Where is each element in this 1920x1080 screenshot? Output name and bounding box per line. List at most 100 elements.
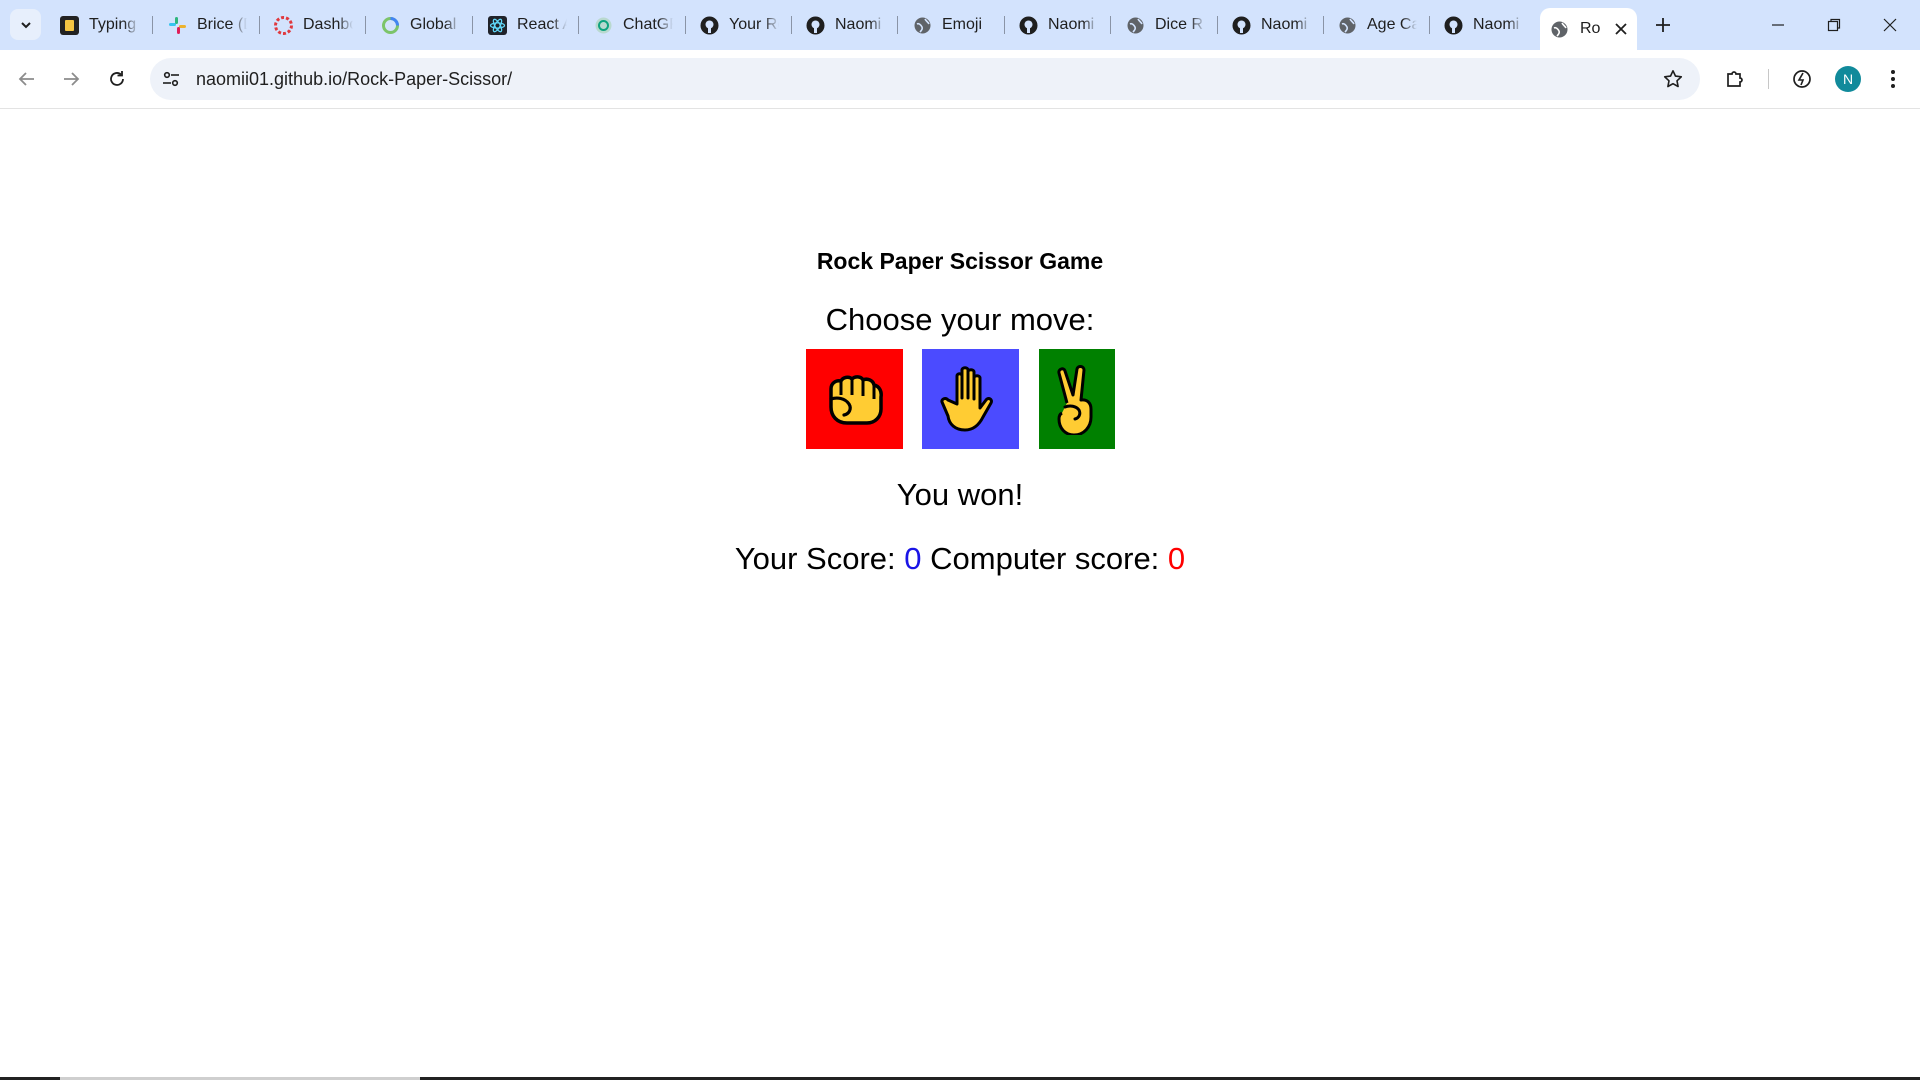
restore-icon [1827, 18, 1841, 32]
tab-separator [685, 16, 686, 34]
tab-separator [365, 16, 366, 34]
tab-title: Naomi [1048, 16, 1095, 33]
tab-separator [578, 16, 579, 34]
globe-icon [1126, 16, 1145, 35]
rock-button[interactable] [806, 349, 903, 449]
score-board: Your Score: 0 Computer score: 0 [0, 541, 1920, 577]
chevron-down-icon [20, 21, 31, 28]
tab-separator [472, 16, 473, 34]
tab-chatgpt[interactable]: ChatGP [594, 10, 673, 40]
tab-title: Age Ca [1367, 16, 1417, 33]
tab-typing[interactable]: Typing [60, 10, 139, 40]
extensions-button[interactable] [1721, 64, 1751, 94]
tab-title: React A [517, 16, 567, 33]
puzzle-icon [1727, 71, 1743, 87]
choose-move-prompt: Choose your move: [825, 302, 1095, 337]
globe-icon [1338, 16, 1357, 35]
tab-global[interactable]: Global [381, 10, 460, 40]
tab-separator [1217, 16, 1218, 34]
tab-separator [791, 16, 792, 34]
victory-hand-icon [1057, 365, 1093, 435]
tab-title: Emoji [942, 16, 983, 33]
tab-github-naomi-4[interactable]: Naomi [1444, 10, 1523, 40]
back-button[interactable] [12, 64, 42, 94]
tab-title: Naomi [1473, 16, 1520, 33]
tab-title: Naomi [835, 16, 882, 33]
chatgpt-icon [594, 16, 613, 35]
tab-separator [1004, 16, 1005, 34]
computer-score-value: 0 [1167, 541, 1186, 576]
global-icon [381, 16, 400, 35]
computer-score-label: Computer score: [930, 541, 1160, 576]
tab-react[interactable]: React A [488, 10, 567, 40]
close-tab-icon[interactable] [1610, 18, 1632, 40]
hand-icon [939, 366, 993, 432]
tab-separator [152, 16, 153, 34]
tab-search-button[interactable] [10, 9, 41, 40]
tab-github-naomi-1[interactable]: Naomi [806, 10, 885, 40]
tab-separator [1323, 16, 1324, 34]
tab-github-naomi-2[interactable]: Naomi [1019, 10, 1098, 40]
page-title: Rock Paper Scissor Game [816, 248, 1104, 274]
tab-age-calculator[interactable]: Age Ca [1338, 10, 1417, 40]
your-score-label: Your Score: [734, 541, 896, 576]
react-icon [488, 15, 507, 35]
tab-dashboard[interactable]: Dashbo [274, 10, 353, 40]
performance-button[interactable] [1787, 64, 1817, 94]
site-info-icon[interactable] [160, 68, 182, 90]
arrow-left-icon [18, 72, 34, 86]
toolbar-divider [1768, 69, 1769, 89]
github-icon [806, 16, 825, 35]
url-text[interactable]: naomii01.github.io/Rock-Paper-Scissor/ [196, 69, 512, 90]
tab-title: Global [410, 16, 457, 33]
tab-title: Dice R [1155, 16, 1204, 33]
tab-dice-roller[interactable]: Dice R [1126, 10, 1205, 40]
tab-separator [1110, 16, 1111, 34]
tab-active-rock-paper-scissor[interactable]: Ro [1540, 8, 1637, 50]
reload-icon [110, 71, 124, 86]
plus-icon [1656, 18, 1670, 32]
new-tab-button[interactable] [1650, 12, 1676, 38]
dashboard-icon [274, 15, 293, 35]
tab-title: ChatGP [623, 16, 673, 33]
tab-github-your-repos[interactable]: Your Re [700, 10, 779, 40]
arrow-right-icon [64, 72, 80, 86]
menu-button[interactable] [1878, 64, 1908, 94]
minimize-button[interactable] [1750, 0, 1806, 50]
kebab-menu-icon [1891, 70, 1895, 88]
profile-avatar[interactable]: N [1835, 66, 1861, 92]
speedometer-icon [1793, 70, 1811, 88]
tab-title: Your Re [729, 16, 779, 33]
browser-toolbar: naomii01.github.io/Rock-Paper-Scissor/ [0, 50, 1920, 109]
tab-separator [1429, 16, 1430, 34]
tab-title: Naomi [1261, 16, 1308, 33]
tab-emoji[interactable]: Emoji [913, 10, 992, 40]
tab-separator [259, 16, 260, 34]
github-icon [1019, 16, 1038, 35]
tab-github-naomi-3[interactable]: Naomi [1232, 10, 1311, 40]
tab-title: Ro [1580, 20, 1601, 37]
github-icon [1444, 16, 1463, 35]
paper-button[interactable] [922, 349, 1019, 449]
globe-icon [913, 16, 932, 35]
fist-icon [828, 375, 883, 425]
bookmark-star-icon[interactable] [1662, 68, 1684, 90]
reload-button[interactable] [102, 64, 132, 94]
slack-icon [168, 16, 187, 35]
tab-title: Dashbo [303, 16, 353, 33]
scissor-button[interactable] [1039, 349, 1115, 449]
close-icon [1883, 18, 1897, 32]
result-message: You won! [896, 477, 1024, 512]
address-bar[interactable]: naomii01.github.io/Rock-Paper-Scissor/ [150, 58, 1700, 100]
typing-icon [60, 15, 79, 35]
tab-separator [897, 16, 898, 34]
tab-title: Brice (D [197, 16, 247, 33]
tab-slack[interactable]: Brice (D [168, 10, 247, 40]
close-window-button[interactable] [1862, 0, 1918, 50]
restore-button[interactable] [1806, 0, 1862, 50]
github-icon [1232, 16, 1251, 35]
tab-strip: Typing Brice (D Dashbo Global React A Ch… [0, 0, 1920, 50]
minimize-icon [1772, 24, 1784, 26]
forward-button[interactable] [56, 64, 86, 94]
github-icon [700, 16, 719, 35]
